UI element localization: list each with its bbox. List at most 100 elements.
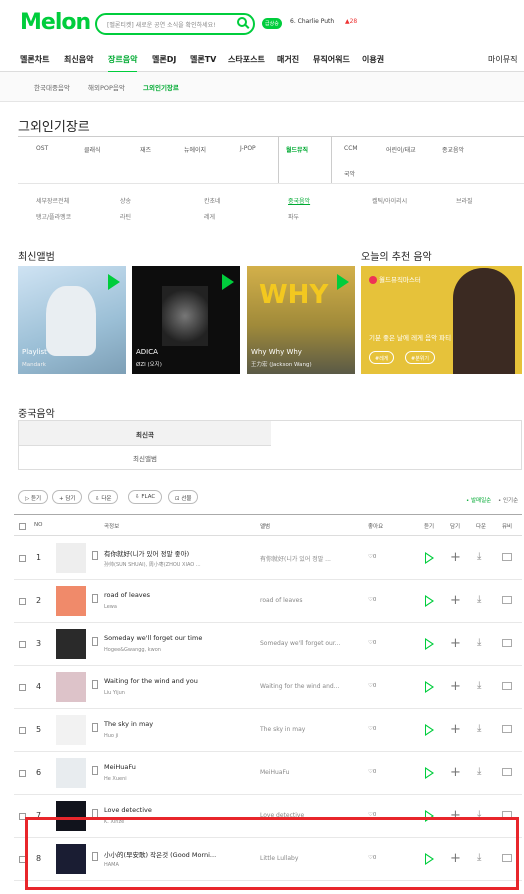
subgenre-chinese[interactable]: 중국음악 <box>288 196 310 205</box>
subgenre-canzone[interactable]: 칸초네 <box>204 196 221 205</box>
song-album[interactable]: MeiHuaFu <box>260 769 355 776</box>
song-title[interactable]: MeiHuaFu <box>104 763 244 771</box>
album-thumbnail[interactable] <box>56 715 86 745</box>
subgenre-tango[interactable]: 탱고/플라멩코 <box>36 212 71 221</box>
add-icon[interactable]: + <box>450 637 461 650</box>
album-thumbnail[interactable] <box>56 672 86 702</box>
nav-magazine[interactable]: 매거진 <box>277 54 299 65</box>
song-info-icon[interactable] <box>92 766 98 775</box>
song-artist[interactable]: 孙帅(SUN SHUAI), 周小枣(ZHOU XIAO ... <box>104 561 244 568</box>
row-checkbox[interactable] <box>19 598 26 605</box>
genre-classic[interactable]: 클래식 <box>84 145 101 154</box>
row-checkbox[interactable] <box>19 727 26 734</box>
add-icon[interactable]: + <box>450 723 461 736</box>
download-icon[interactable]: ⤓ <box>477 680 487 692</box>
add-icon[interactable]: + <box>450 551 461 564</box>
album-thumbnail[interactable] <box>56 629 86 659</box>
subgenre-latin[interactable]: 라틴 <box>120 212 131 221</box>
subgenre-celtic[interactable]: 켈틱/아이리시 <box>372 196 407 205</box>
trending-keyword[interactable]: 6. Charlie Puth <box>290 18 334 25</box>
flac-button[interactable]: ⇩ FLAC <box>128 490 163 504</box>
select-all-checkbox[interactable] <box>19 523 26 530</box>
album-card-why[interactable]: WHY Why Why Why 王力宏 (Jackson Wang) <box>247 266 355 374</box>
mv-icon[interactable] <box>502 725 512 733</box>
play-icon[interactable] <box>425 552 434 564</box>
genre-world[interactable]: 월드뮤직 <box>286 145 308 154</box>
song-album[interactable]: Waiting for the wind and... <box>260 683 355 690</box>
play-icon[interactable] <box>337 274 349 290</box>
search-input[interactable]: [멜론티켓] 새로운 공연 소식을 확인하세요! <box>95 13 255 35</box>
download-icon[interactable]: ⤓ <box>477 766 487 778</box>
song-album[interactable]: 有你就好(니가 있어 정말 ... <box>260 554 355 563</box>
play-icon[interactable] <box>425 767 434 779</box>
song-info-icon[interactable] <box>92 551 98 560</box>
nav-award[interactable]: 뮤직어워드 <box>313 54 350 65</box>
mv-icon[interactable] <box>502 553 512 561</box>
subnav-korean[interactable]: 한국대중음악 <box>34 82 70 92</box>
nav-dj[interactable]: 멜론DJ <box>152 54 176 65</box>
nav-starpost[interactable]: 스타포스트 <box>228 54 265 65</box>
subgenre-brazil[interactable]: 브라질 <box>456 196 473 205</box>
like-button[interactable]: ♡0 <box>368 597 376 603</box>
sort-popular[interactable]: • 인기순 <box>498 496 518 504</box>
genre-kids[interactable]: 어린이/태교 <box>386 145 416 154</box>
genre-newage[interactable]: 뉴에이지 <box>184 145 206 154</box>
song-title[interactable]: Waiting for the wind and you <box>104 677 244 685</box>
download-icon[interactable]: ⤓ <box>477 551 487 563</box>
add-icon[interactable]: + <box>450 766 461 779</box>
row-checkbox[interactable] <box>19 555 26 562</box>
play-icon[interactable] <box>425 681 434 693</box>
play-icon[interactable] <box>222 274 234 290</box>
song-album[interactable]: The sky in may <box>260 726 355 733</box>
nav-ticket[interactable]: 이용권 <box>362 54 384 65</box>
mv-icon[interactable] <box>502 682 512 690</box>
song-artist[interactable]: Huo ji <box>104 733 244 739</box>
song-title[interactable]: Love detective <box>104 806 244 814</box>
tab-latest-albums[interactable]: 최신앨범 <box>19 446 271 470</box>
subgenre-reggae[interactable]: 레게 <box>204 212 215 221</box>
song-title[interactable]: The sky in may <box>104 720 244 728</box>
row-checkbox[interactable] <box>19 684 26 691</box>
mv-icon[interactable] <box>502 639 512 647</box>
download-icon[interactable]: ⤓ <box>477 594 487 606</box>
add-icon[interactable]: + <box>450 680 461 693</box>
mv-icon[interactable] <box>502 596 512 604</box>
album-card-adica[interactable]: ADICA ØZI (오지) <box>132 266 240 374</box>
subgenre-fado[interactable]: 파두 <box>288 212 299 221</box>
genre-gukak[interactable]: 국악 <box>344 169 355 178</box>
song-title[interactable]: Someday we'll forget our time <box>104 634 244 642</box>
nav-genre[interactable]: 장르음악 <box>108 54 138 73</box>
album-card-playlist[interactable]: Playlist Mandark <box>18 266 126 374</box>
song-info-icon[interactable] <box>92 637 98 646</box>
song-album[interactable]: road of leaves <box>260 597 355 604</box>
add-icon[interactable]: + <box>450 594 461 607</box>
song-info-icon[interactable] <box>92 723 98 732</box>
play-icon[interactable] <box>425 724 434 736</box>
song-info-icon[interactable] <box>92 594 98 603</box>
mv-icon[interactable] <box>502 768 512 776</box>
like-button[interactable]: ♡0 <box>368 683 376 689</box>
genre-religion[interactable]: 종교음악 <box>442 145 464 154</box>
song-album[interactable]: Someday we'll forget our... <box>260 640 355 647</box>
recommend-card[interactable]: 월드뮤직마스터 기분 좋은 날에 레게 음악 파티 #레게 #분위기 <box>361 266 522 374</box>
nav-chart[interactable]: 멜론차트 <box>20 54 49 65</box>
album-thumbnail[interactable] <box>56 586 86 616</box>
album-thumbnail[interactable] <box>56 543 86 573</box>
add-button[interactable]: + 담기 <box>52 490 83 504</box>
song-artist[interactable]: Hogee&Gwangg, kwon <box>104 647 244 653</box>
song-artist[interactable]: He Xueni <box>104 776 244 782</box>
play-button[interactable]: ▷ 듣기 <box>18 490 49 504</box>
like-button[interactable]: ♡0 <box>368 554 376 560</box>
download-icon[interactable]: ⤓ <box>477 723 487 735</box>
subnav-pop[interactable]: 해외POP음악 <box>88 82 125 92</box>
row-checkbox[interactable] <box>19 641 26 648</box>
row-checkbox[interactable] <box>19 770 26 777</box>
play-icon[interactable] <box>425 595 434 607</box>
nav-tv[interactable]: 멜론TV <box>190 54 216 65</box>
subgenre-chanson[interactable]: 샹송 <box>120 196 131 205</box>
genre-jazz[interactable]: 재즈 <box>140 145 151 154</box>
song-title[interactable]: road of leaves <box>104 591 244 599</box>
melon-logo[interactable]: Melon <box>20 10 91 35</box>
genre-jpop[interactable]: J-POP <box>240 145 256 152</box>
sort-release[interactable]: • 발매일순 <box>466 496 491 504</box>
